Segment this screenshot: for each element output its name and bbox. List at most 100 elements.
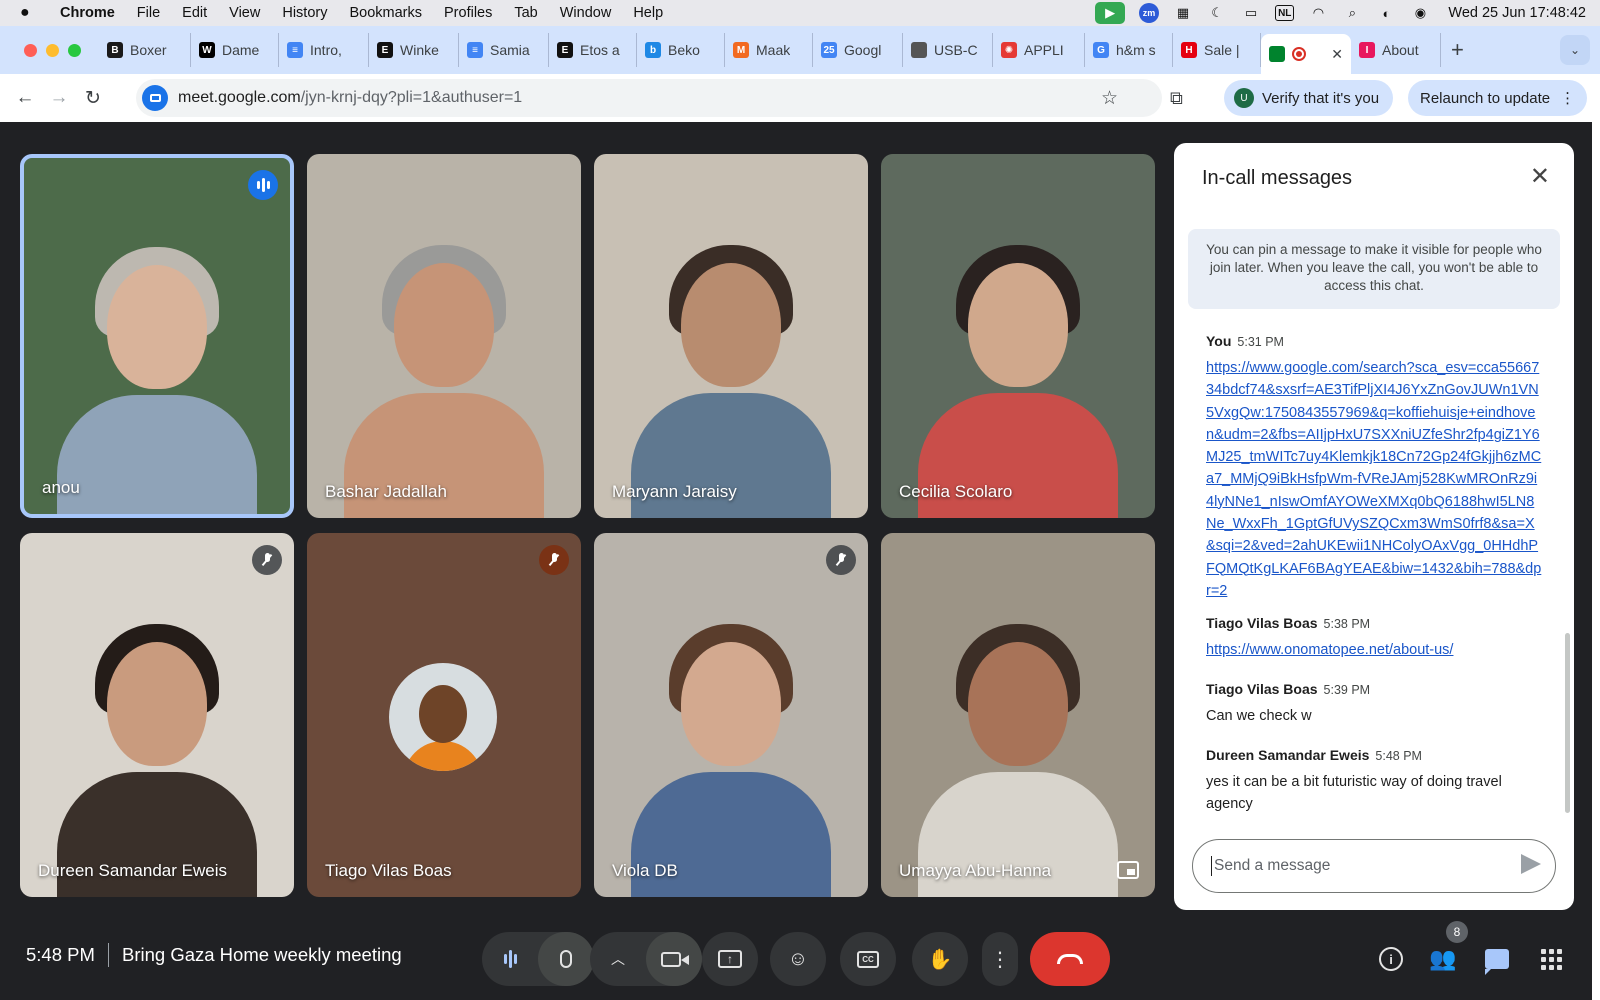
reactions-button[interactable]: ☺ <box>770 932 826 986</box>
browser-tab[interactable]: USB-C <box>903 33 993 67</box>
apple-menu-icon[interactable]: ● <box>20 4 42 22</box>
menu-file[interactable]: File <box>137 5 160 21</box>
message-link[interactable]: https://www.google.com/search?sca_esv=cc… <box>1206 357 1542 602</box>
participant-tile[interactable]: Viola DB <box>594 533 868 897</box>
fullscreen-window-button[interactable] <box>68 43 81 57</box>
spotlight-search-icon[interactable]: ⌕ <box>1342 5 1362 21</box>
apple-icon <box>911 42 927 58</box>
browser-tab[interactable]: ≡ Samia <box>459 33 549 67</box>
in-call-messages-panel: In-call messages ✕ You can pin a message… <box>1174 143 1574 910</box>
about-icon: I <box>1359 42 1375 58</box>
browser-tab[interactable]: ✕ <box>1261 34 1351 74</box>
menu-profiles[interactable]: Profiles <box>444 5 492 21</box>
menu-window[interactable]: Window <box>560 5 612 21</box>
menu-edit[interactable]: Edit <box>182 5 207 21</box>
tab-title: Sale | <box>1204 42 1240 58</box>
etos-icon: E <box>557 42 573 58</box>
input-source-indicator[interactable]: NL <box>1275 5 1295 21</box>
captions-button[interactable]: CC <box>840 932 896 986</box>
back-arrow-icon[interactable]: ← <box>8 81 42 115</box>
activities-button[interactable] <box>1534 942 1568 976</box>
picture-in-picture-icon[interactable] <box>1117 861 1139 879</box>
participant-tile[interactable]: Maryann Jaraisy <box>594 154 868 518</box>
message-scrollbar[interactable] <box>1565 633 1570 813</box>
chat-button[interactable] <box>1480 942 1514 976</box>
participant-tile[interactable]: Umayya Abu-Hanna <box>881 533 1155 897</box>
video-options-button[interactable]: ︿ <box>590 932 646 986</box>
chat-message: Tiago Vilas Boas 5:38 PM https://www.onom… <box>1206 615 1542 661</box>
close-window-button[interactable] <box>24 43 37 57</box>
more-options-button[interactable]: ⋮ <box>982 932 1018 986</box>
battery-icon[interactable]: ▭ <box>1241 5 1261 21</box>
menu-app-chrome[interactable]: Chrome <box>60 5 115 21</box>
extensions-puzzle-icon[interactable]: ⧉ <box>1170 88 1183 109</box>
message-header: Dureen Samandar Eweis 5:48 PM <box>1206 747 1542 763</box>
browser-tab[interactable]: W Dame <box>191 33 279 67</box>
menu-bar-clock[interactable]: Wed 25 Jun 17:48:42 <box>1448 5 1586 21</box>
reload-icon[interactable]: ↻ <box>76 81 110 115</box>
site-info-icon[interactable] <box>142 85 168 111</box>
minimize-window-button[interactable] <box>46 43 59 57</box>
browser-tab[interactable]: B Boxer <box>99 33 191 67</box>
browser-tab[interactable]: ≡ Intro, <box>279 33 369 67</box>
forward-arrow-icon[interactable]: → <box>42 81 76 115</box>
etsy-icon: E <box>377 42 393 58</box>
chat-icon <box>1485 949 1509 975</box>
browser-tab[interactable]: Gh&m s <box>1085 33 1173 67</box>
close-tab-icon[interactable]: ✕ <box>1331 46 1343 63</box>
chat-message: Dureen Samandar Eweis 5:48 PM yes it can … <box>1206 747 1542 815</box>
menu-help[interactable]: Help <box>633 5 663 21</box>
moon-icon[interactable]: ☾ <box>1207 5 1227 21</box>
hm-icon: H <box>1181 42 1197 58</box>
meeting-details-button[interactable]: i <box>1374 942 1408 976</box>
raise-hand-button[interactable]: ✋ <box>912 932 968 986</box>
menu-tab[interactable]: Tab <box>514 5 537 21</box>
send-message-input[interactable]: Send a message <box>1192 839 1556 893</box>
participant-tile[interactable]: Dureen Samandar Eweis <box>20 533 294 897</box>
participant-tile[interactable]: Tiago Vilas Boas <box>307 533 581 897</box>
address-bar[interactable]: meet.google.com/jyn-krnj-dqy?pli=1&authu… <box>136 79 1162 117</box>
browser-tab[interactable]: E Etos a <box>549 33 637 67</box>
verify-identity-button[interactable]: U Verify that it's you <box>1224 80 1394 116</box>
microphone-button[interactable] <box>538 932 594 986</box>
send-icon[interactable] <box>1521 854 1541 874</box>
presentation-tray-icon[interactable]: ▦ <box>1173 5 1193 21</box>
message-link[interactable]: https://www.onomatopee.net/about-us/ <box>1206 639 1542 661</box>
browser-tab[interactable]: E Winke <box>369 33 459 67</box>
audio-level-indicator[interactable] <box>482 932 538 986</box>
bookmark-star-icon[interactable]: ☆ <box>1101 87 1118 110</box>
browser-tab[interactable]: ✺ APPLI <box>993 33 1085 67</box>
captions-icon: CC <box>857 950 879 968</box>
beko-icon: b <box>645 42 661 58</box>
menu-history[interactable]: History <box>282 5 327 21</box>
browser-tab[interactable]: M Maak <box>725 33 813 67</box>
info-icon: i <box>1379 947 1403 971</box>
browser-tab[interactable]: 25 Googl <box>813 33 903 67</box>
camera-button[interactable] <box>646 932 702 986</box>
control-center-icon[interactable]: ◐ <box>1376 5 1396 21</box>
relaunch-to-update-button[interactable]: Relaunch to update ⋮ <box>1408 80 1588 116</box>
tab-search-button[interactable]: ⌄ <box>1560 35 1590 65</box>
siri-icon[interactable]: ◉ <box>1410 5 1430 21</box>
leave-call-button[interactable] <box>1030 932 1110 986</box>
participant-tile[interactable]: anou <box>20 154 294 518</box>
zoom-tray-icon[interactable]: zm <box>1139 3 1160 23</box>
chrome-menu-icon[interactable]: ⋮ <box>1560 89 1575 107</box>
present-screen-button[interactable]: ↑ <box>702 932 758 986</box>
participant-tile[interactable]: Bashar Jadallah <box>307 154 581 518</box>
url-text[interactable]: meet.google.com/jyn-krnj-dqy?pli=1&authu… <box>178 89 522 107</box>
tab-title: h&m s <box>1116 42 1156 58</box>
wikipedia-icon: W <box>199 42 215 58</box>
browser-tab[interactable]: H Sale | <box>1173 33 1261 67</box>
input-placeholder: Send a message <box>1214 857 1331 874</box>
menu-view[interactable]: View <box>229 5 260 21</box>
participant-tile[interactable]: Cecilia Scolaro <box>881 154 1155 518</box>
browser-tab[interactable]: b Beko <box>637 33 725 67</box>
meet-tray-icon[interactable]: ▶ <box>1095 2 1126 24</box>
wifi-icon[interactable]: ◠ <box>1308 5 1328 21</box>
browser-tab[interactable]: I About <box>1351 33 1441 67</box>
close-icon[interactable]: ✕ <box>1530 165 1550 189</box>
menu-bookmarks[interactable]: Bookmarks <box>349 5 422 21</box>
people-button[interactable]: 👥 <box>1426 942 1460 976</box>
new-tab-button[interactable]: + <box>1451 37 1464 63</box>
